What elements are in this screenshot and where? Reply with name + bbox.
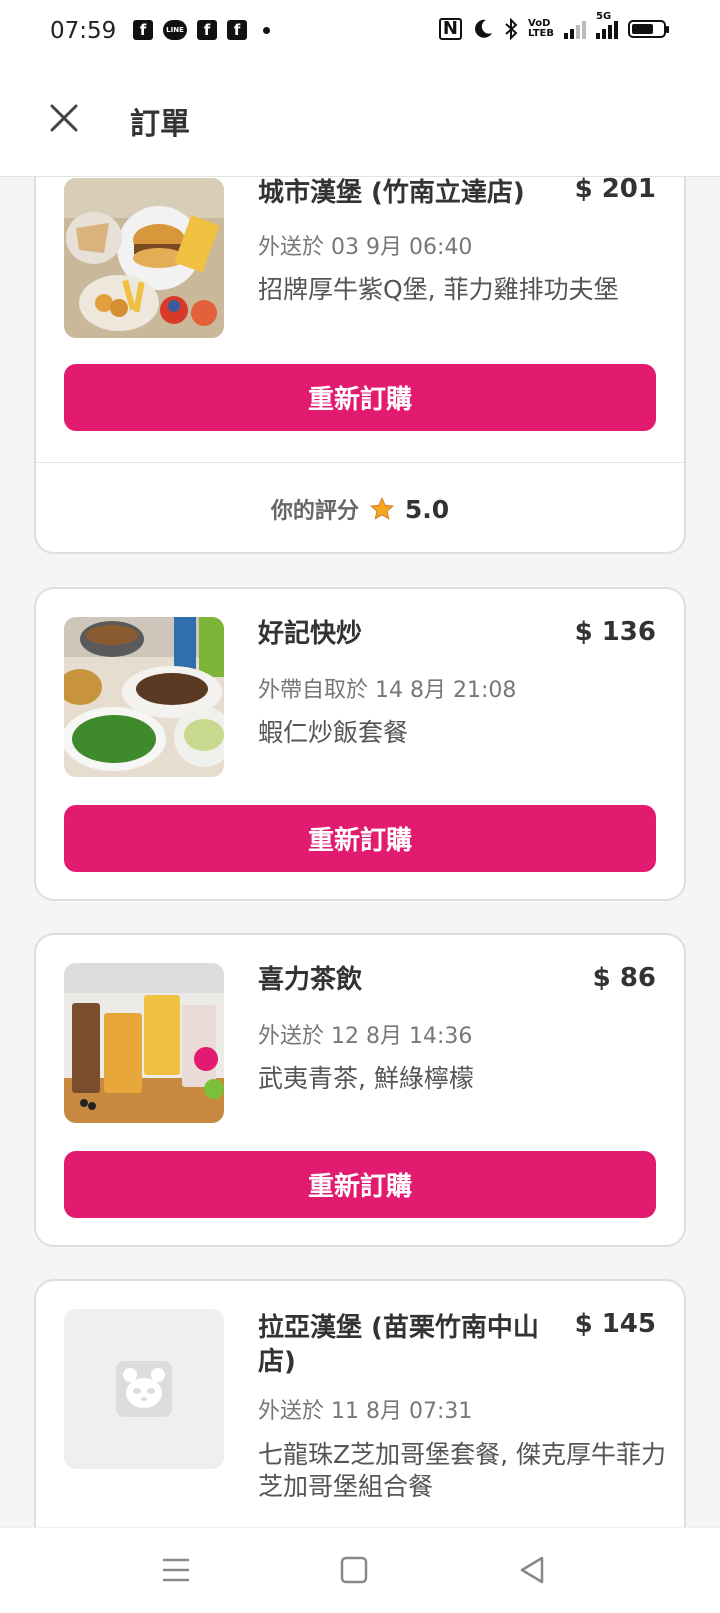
divider [36,462,684,463]
nfc-icon: N [438,18,462,40]
facebook-icon: f [227,20,247,40]
order-items: 武夷青茶, 鮮綠檸檬 [258,1064,474,1093]
order-price: $ 201 [574,177,656,204]
order-price: $ 145 [574,1309,656,1339]
facebook-icon: f [197,20,217,40]
reorder-button[interactable]: 重新訂購 [64,805,656,872]
order-meta: 外送於 03 9月 06:40 [258,235,473,260]
rating-row: 你的評分 5.0 [36,489,684,529]
shop-name: 拉亞漢堡 (苗栗竹南中山店) [258,1313,539,1377]
menu-button[interactable] [156,1550,196,1590]
restaurant-image[interactable] [64,617,224,777]
status-bar: 07:59 f LINE f f N VoD LTEB 5G [0,0,720,66]
moon-icon [475,19,492,38]
menu-icon [162,1558,190,1582]
order-meta: 外送於 12 8月 14:36 [258,1024,473,1049]
notification-icons: f LINE f f [133,20,270,40]
back-button[interactable] [512,1550,552,1590]
shop-name: 城市漢堡 (竹南立達店) [258,178,525,208]
battery-icon [628,20,669,38]
restaurant-image[interactable] [64,963,224,1123]
panda-logo-icon [116,1361,172,1417]
shop-name: 好記快炒 [258,619,363,649]
system-nav-bar [0,1527,720,1613]
status-time: 07:59 [50,18,117,44]
star-icon [369,496,394,520]
order-price: $ 86 [592,963,656,993]
rating-label: 你的評分 [270,499,359,524]
order-items: 蝦仁炒飯套餐 [258,718,409,747]
bluetooth-icon [505,18,518,40]
reorder-button[interactable]: 重新訂購 [64,1151,656,1218]
order-items: 七龍珠Z芝加哥堡套餐, 傑克厚牛菲力芝加哥堡組合餐 [258,1440,667,1501]
order-list[interactable]: 城市漢堡 (竹南立達店) $ 201 外送於 03 9月 06:40 招牌厚牛紫… [0,177,720,1527]
shop-name: 喜力茶飲 [258,965,363,995]
order-card: 好記快炒 $ 136 外帶自取於 14 8月 21:08 蝦仁炒飯套餐 重新訂購 [34,587,686,901]
order-items: 招牌厚牛紫Q堡, 菲力雞排功夫堡 [258,275,619,304]
facebook-icon: f [133,20,153,40]
restaurant-image-placeholder[interactable] [64,1309,224,1469]
order-price: $ 136 [574,617,656,647]
app-header: 訂單 [0,66,720,177]
restaurant-image[interactable] [64,178,224,338]
home-button[interactable] [334,1550,374,1590]
order-card: 喜力茶飲 $ 86 外送於 12 8月 14:36 武夷青茶, 鮮綠檸檬 重新訂… [34,933,686,1247]
rating-value: 5.0 [404,494,450,524]
page-title: 訂單 [130,107,190,142]
order-meta: 外帶自取於 14 8月 21:08 [258,678,517,703]
close-icon [50,104,78,132]
line-icon: LINE [163,20,187,40]
battery-level [632,24,653,34]
home-square-icon [340,1556,368,1584]
volte-icon: VoD LTEB [528,18,554,39]
signal-5g-icon: 5G [596,11,618,39]
dot-icon [263,26,270,34]
back-triangle-icon [520,1556,544,1584]
signal-icon [564,19,586,39]
order-meta: 外送於 11 8月 07:31 [258,1399,473,1424]
order-card: 城市漢堡 (竹南立達店) $ 201 外送於 03 9月 06:40 招牌厚牛紫… [34,177,686,554]
reorder-button[interactable]: 重新訂購 [64,364,656,431]
system-icons: N VoD LTEB 5G [438,11,669,40]
close-button[interactable] [46,100,82,136]
order-card: 拉亞漢堡 (苗栗竹南中山店) $ 145 外送於 11 8月 07:31 七龍珠… [34,1279,686,1527]
